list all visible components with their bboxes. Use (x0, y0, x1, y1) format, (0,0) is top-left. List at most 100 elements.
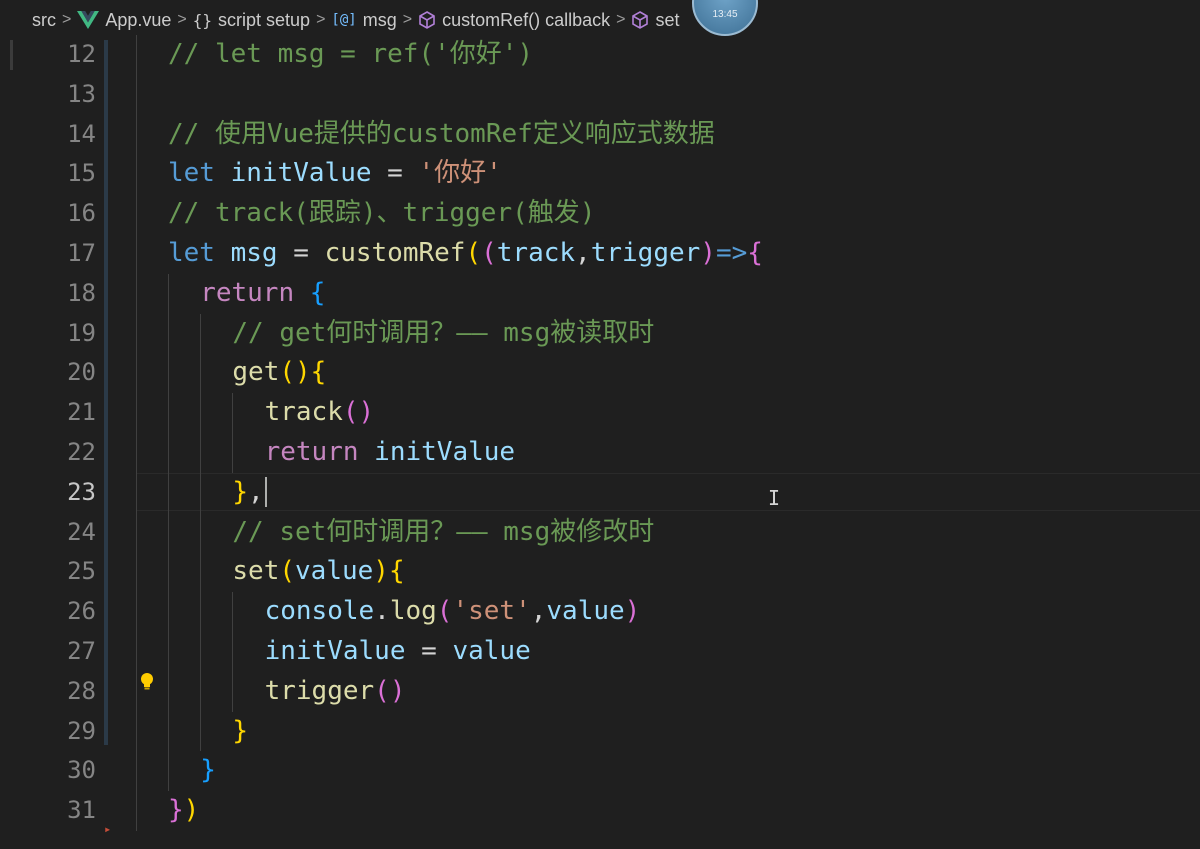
indent-guide (136, 671, 137, 712)
indent-guide (168, 512, 169, 553)
code-token: ) (373, 556, 389, 587)
code-token: } (168, 795, 184, 826)
code-token: return (264, 436, 359, 467)
indent-guide (168, 353, 169, 394)
breadcrumb: src > App.vue > {} script setup > [@] ms… (0, 0, 1200, 40)
code-text: let msg = customRef((track,trigger)=>{ (168, 234, 763, 274)
code-line[interactable]: 14 // 使用Vue提供的customRef定义响应式数据 (0, 114, 1200, 155)
code-line[interactable]: 22 return initValue (0, 432, 1200, 473)
indent-guide (136, 552, 137, 593)
breadcrumb-label: src (32, 9, 56, 30)
line-number: 21 (67, 398, 96, 427)
indent-guide (200, 432, 201, 473)
code-line[interactable]: 16 // track(跟踪)、trigger(触发) (0, 194, 1200, 234)
indent-guide (136, 194, 137, 234)
indent-guide (136, 751, 137, 792)
code-token: ( (481, 237, 497, 268)
indent-guide (168, 313, 169, 354)
breadcrumb-item-src[interactable]: src (32, 10, 56, 31)
code-token: initValue (230, 158, 372, 189)
code-line[interactable]: 13 (0, 74, 1200, 115)
indent-guide (168, 393, 169, 433)
lightbulb-icon[interactable] (139, 672, 155, 692)
code-text: trigger() (265, 672, 406, 712)
code-line[interactable]: 27 initValue = value (0, 631, 1200, 672)
indent-guide (232, 393, 233, 433)
code-line[interactable]: 19 // get何时调用？—— msg被读取时 (0, 313, 1200, 354)
code-text: return initValue (265, 433, 515, 473)
indent-guide (168, 552, 169, 593)
indent-guide (136, 472, 137, 513)
breadcrumb-item-script-setup[interactable]: {} script setup (193, 10, 310, 31)
code-token: track (496, 237, 576, 268)
indent-guide (136, 313, 137, 354)
indent-guide (200, 592, 201, 632)
indent-guide (136, 154, 137, 195)
code-token: { (310, 357, 327, 388)
line-number: 31 (67, 796, 96, 825)
indent-guide (232, 631, 233, 672)
indent-guide (168, 472, 169, 513)
code-text: }, (232, 473, 267, 513)
code-lines[interactable]: 12 // let msg = ref('你好') 13 14 // 使用Vue提供的c… (0, 35, 1200, 831)
indent-guide (200, 472, 201, 513)
breadcrumb-separator-icon: > (62, 11, 72, 28)
line-number: 19 (67, 318, 96, 347)
code-token: customRef (324, 237, 466, 268)
code-line[interactable]: 20 get(){ (0, 353, 1200, 394)
code-line[interactable]: 21 track() (0, 393, 1200, 433)
code-line[interactable]: 12 // let msg = ref('你好') (0, 35, 1200, 75)
indent-guide (200, 631, 201, 672)
line-number: 23 (67, 477, 96, 506)
breadcrumb-separator-icon: > (316, 11, 326, 28)
indent-guide (200, 671, 201, 712)
code-line[interactable]: 31}) (0, 791, 1200, 831)
breadcrumb-item-callback[interactable]: customRef() callback (418, 10, 610, 31)
breadcrumb-item-set[interactable]: set (631, 10, 679, 31)
line-number: 27 (67, 636, 96, 665)
breadcrumb-item-file[interactable]: App.vue (77, 10, 171, 31)
code-line[interactable]: 30} (0, 751, 1200, 792)
indent-guide (232, 671, 233, 712)
code-token: ( (279, 556, 296, 587)
code-token: initValue (264, 635, 406, 666)
indent-guide (168, 273, 169, 314)
indent-guide (168, 751, 169, 792)
code-token: track (264, 397, 343, 428)
indent-guide (136, 791, 137, 831)
line-number: 28 (67, 676, 96, 705)
code-line[interactable]: 24 // set何时调用？—— msg被修改时 (0, 512, 1200, 553)
code-line[interactable]: 17 let msg = customRef((track,trigger)=>{ (0, 233, 1200, 274)
code-token: } (200, 755, 216, 786)
code-text: // let msg = ref('你好') (168, 35, 533, 75)
code-token: , (248, 476, 264, 507)
code-token: { (309, 277, 326, 308)
code-token: ) (358, 397, 375, 428)
code-line[interactable]: 29} (0, 711, 1200, 752)
code-line[interactable]: 15 let initValue = '你好' (0, 154, 1200, 195)
indent-guide (136, 711, 137, 752)
code-token: ) (624, 596, 641, 627)
code-line[interactable]: 28 trigger() (0, 671, 1200, 712)
code-text: }) (168, 791, 199, 831)
code-token: let (168, 237, 215, 268)
code-line[interactable]: 25 set(value){ (0, 552, 1200, 593)
code-line[interactable]: 18 return { (0, 273, 1200, 314)
indent-guide (168, 711, 169, 752)
cube-icon (419, 11, 435, 29)
code-line[interactable]: 23}, (0, 472, 1200, 513)
line-number: 14 (67, 119, 96, 148)
line-number: 22 (67, 437, 96, 466)
code-token: , (530, 596, 547, 627)
variable-icon: [@] (331, 12, 357, 28)
code-token: console (264, 596, 375, 627)
code-token: value (546, 596, 625, 627)
code-token: value (295, 556, 374, 587)
cube-icon (632, 11, 649, 29)
code-line[interactable]: 26 console.log('set',value) (0, 592, 1200, 632)
code-editor[interactable]: src > App.vue > {} script setup > [@] ms… (0, 0, 1200, 849)
breadcrumb-item-msg[interactable]: [@] msg (331, 10, 396, 31)
indent-guide (136, 432, 137, 473)
code-text: // get何时调用？—— msg被读取时 (232, 314, 654, 354)
